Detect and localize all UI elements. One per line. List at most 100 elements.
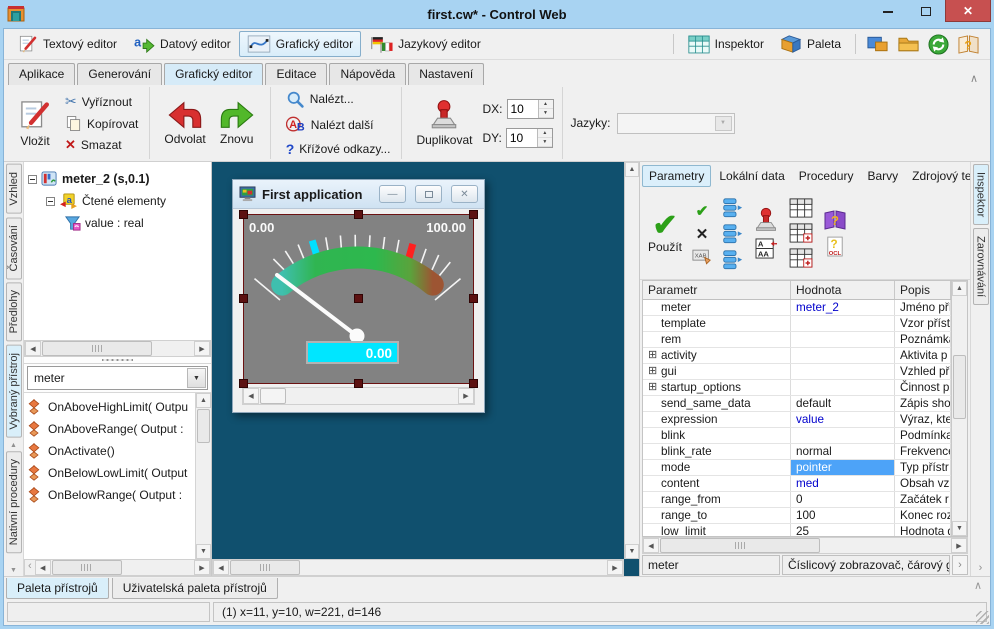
- fwin-maximize-button[interactable]: [415, 185, 442, 203]
- duplicate-button[interactable]: Duplikovat: [410, 97, 478, 149]
- header-hodnota[interactable]: Hodnota: [791, 281, 895, 299]
- scroll-left-icon[interactable]: ◀: [643, 538, 659, 553]
- tab-procedury[interactable]: Procedury: [793, 166, 860, 186]
- table-row[interactable]: blinkPodmínka: [643, 428, 951, 444]
- scroll-left-icon[interactable]: ◀: [35, 560, 51, 575]
- scroll-down-icon[interactable]: ▼: [196, 544, 211, 559]
- fwin-close-button[interactable]: ✕: [451, 185, 478, 203]
- help-button[interactable]: [953, 32, 984, 57]
- table-row[interactable]: metermeter_2Jméno pří: [643, 300, 951, 316]
- scroll-left-icon[interactable]: ◀: [213, 560, 229, 575]
- resize-handle-se[interactable]: [469, 379, 478, 388]
- ocl-help-icon[interactable]: [826, 236, 844, 258]
- procedures-hscrollbar[interactable]: ‹ ◀ ▶: [24, 559, 211, 576]
- fwin-hscrollbar[interactable]: ◀ ▶: [242, 387, 475, 405]
- cross-references-button[interactable]: ?Křížové odkazy...: [283, 140, 394, 158]
- tree-node-read-elements[interactable]: Čtené elementy: [28, 190, 207, 212]
- tab-predlohy[interactable]: Předlohy: [6, 282, 22, 341]
- table-add-row-icon[interactable]: [789, 223, 813, 243]
- table-row[interactable]: range_to100Konec roz: [643, 508, 951, 524]
- table-row[interactable]: expressionvalueVýraz, kte: [643, 412, 951, 428]
- find-button[interactable]: Nalézt...: [283, 89, 394, 110]
- tab-generovani[interactable]: Generování: [77, 63, 162, 85]
- scroll-up-icon[interactable]: ▲: [625, 162, 639, 177]
- procedure-item[interactable]: OnBelowLowLimit( Output: [26, 462, 193, 484]
- scroll-down-icon[interactable]: ▼: [625, 544, 639, 559]
- table-vscrollbar[interactable]: ▲ ▼: [951, 281, 967, 536]
- tab-inspektor[interactable]: Inspektor: [973, 164, 989, 225]
- table-row[interactable]: contentmedObsah vzh: [643, 476, 951, 492]
- dx-up-icon[interactable]: ▲: [539, 100, 553, 109]
- dx-stepper[interactable]: ▲▼: [507, 99, 554, 119]
- param-group-icon[interactable]: [722, 197, 743, 218]
- table-row-selected[interactable]: modepointerTyp přístr: [643, 460, 951, 476]
- scroll-thumb[interactable]: [52, 560, 122, 575]
- scroll-right-icon[interactable]: ▶: [194, 341, 210, 356]
- dx-down-icon[interactable]: ▼: [539, 109, 553, 118]
- fwin-minimize-button[interactable]: —: [379, 185, 406, 203]
- resize-handle-w[interactable]: [239, 294, 248, 303]
- resize-handle-sw[interactable]: [239, 379, 248, 388]
- procedure-item[interactable]: OnBelowRange( Output :: [26, 484, 193, 506]
- tab-lokalni-data[interactable]: Lokální data: [713, 166, 790, 186]
- scroll-thumb[interactable]: [42, 341, 152, 356]
- move-handle-center[interactable]: [354, 294, 363, 303]
- tab-vybrany-pristroj[interactable]: Vybraný přístroj: [6, 345, 22, 438]
- find-next-button[interactable]: Nalézt další: [283, 115, 394, 135]
- cut-button[interactable]: ✂Vyříznout: [62, 92, 141, 111]
- table-row[interactable]: ⊞startup_optionsČinnost p: [643, 380, 951, 396]
- design-canvas[interactable]: First application — ✕: [212, 162, 639, 576]
- param-group-icon[interactable]: [722, 249, 743, 270]
- scroll-thumb[interactable]: [260, 388, 286, 404]
- procedure-item[interactable]: OnActivate(): [26, 440, 193, 462]
- expand-description-icon[interactable]: ›: [952, 555, 968, 575]
- instrument-type-combo[interactable]: meter ▼: [27, 366, 208, 390]
- copy-button[interactable]: Kopírovat: [62, 114, 141, 133]
- tab-uzivatelska-paleta[interactable]: Uživatelská paleta přístrojů: [112, 578, 278, 599]
- dy-down-icon[interactable]: ▼: [538, 138, 552, 147]
- language-editor-button[interactable]: Jazykový editor: [361, 32, 489, 57]
- scroll-up-icon[interactable]: ▲: [952, 281, 967, 296]
- palette-button[interactable]: Paleta: [772, 30, 849, 58]
- scroll-thumb[interactable]: [953, 355, 966, 419]
- fwin-titlebar[interactable]: First application — ✕: [233, 180, 484, 209]
- dx-input[interactable]: [508, 100, 538, 118]
- delete-button[interactable]: ✕Smazat: [62, 136, 141, 154]
- tab-graficky-editor[interactable]: Grafický editor: [164, 63, 263, 85]
- scroll-thumb[interactable]: [197, 409, 210, 443]
- table-add-column-icon[interactable]: [789, 248, 813, 268]
- tab-editace[interactable]: Editace: [265, 63, 327, 85]
- tab-nastaveni[interactable]: Nastavení: [408, 63, 484, 85]
- collapse-icon[interactable]: [28, 175, 37, 184]
- table-row[interactable]: remPoznámka: [643, 332, 951, 348]
- first-application-window[interactable]: First application — ✕: [232, 179, 485, 413]
- resize-handle-e[interactable]: [469, 294, 478, 303]
- tab-nativni-procedury[interactable]: Nativní procedury: [6, 451, 22, 553]
- maximize-button[interactable]: [907, 0, 945, 22]
- tab-barvy[interactable]: Barvy: [861, 166, 904, 186]
- param-group-icon[interactable]: [722, 223, 743, 244]
- collapse-ribbon-icon[interactable]: ∧: [962, 72, 986, 85]
- graphic-editor-button[interactable]: Grafický editor: [239, 31, 361, 57]
- tab-vzhled[interactable]: Vzhled: [6, 164, 22, 214]
- help-parameters-icon[interactable]: [823, 209, 847, 231]
- table-row[interactable]: send_same_datadefaultZápis sho: [643, 396, 951, 412]
- scroll-right-icon[interactable]: ▶: [194, 560, 210, 575]
- collapse-panel-icon[interactable]: ‹: [25, 560, 35, 575]
- scroll-right-icon[interactable]: ▶: [951, 538, 967, 553]
- cancel-icon[interactable]: ✕: [696, 225, 709, 243]
- text-editor-button[interactable]: Textový editor: [10, 30, 125, 58]
- tab-casovani[interactable]: Časování: [6, 217, 22, 279]
- dy-up-icon[interactable]: ▲: [538, 129, 552, 138]
- scroll-right-icon[interactable]: ▶: [607, 560, 623, 575]
- table-row[interactable]: blink_ratenormalFrekvence: [643, 444, 951, 460]
- procedure-item[interactable]: OnAboveRange( Output :: [26, 418, 193, 440]
- resize-grip[interactable]: [976, 611, 989, 624]
- table-row[interactable]: templateVzor příst: [643, 316, 951, 332]
- picture-button[interactable]: [862, 32, 893, 56]
- tabstrip-scroll-up-icon[interactable]: ▲: [10, 442, 17, 449]
- tree-hscrollbar[interactable]: ◀ ▶: [24, 340, 211, 357]
- procedures-vscrollbar[interactable]: ▲ ▼: [195, 393, 211, 559]
- expand-panel-icon[interactable]: ›: [979, 562, 983, 574]
- header-parametr[interactable]: Parametr: [643, 281, 791, 299]
